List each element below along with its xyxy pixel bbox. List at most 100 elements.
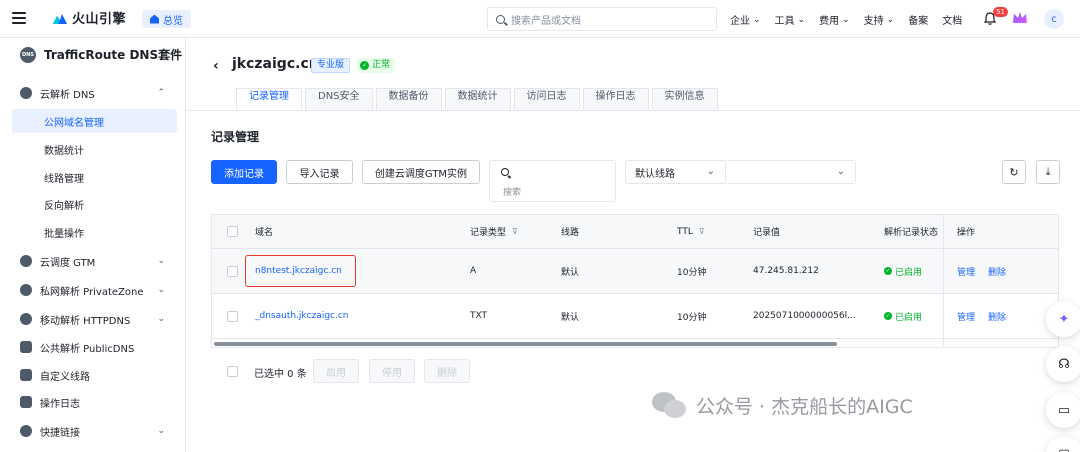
table-header: 域名 记录类型 ⊽ 线路 TTL ⊽ 记录值 解析记录状态 操作 bbox=[212, 215, 1058, 249]
nav-docs[interactable]: 文档 bbox=[942, 12, 962, 27]
menu-icon[interactable] bbox=[12, 12, 26, 24]
global-search-input[interactable]: 搜索产品或文档 bbox=[487, 7, 717, 31]
sidebar-group-cloud-dns[interactable]: 云解析 DNS ⌃ bbox=[0, 81, 185, 105]
sidebar-group-label: 快捷链接 bbox=[40, 427, 80, 439]
crown-icon[interactable] bbox=[1012, 11, 1028, 25]
feedback-icon: ▢ bbox=[1058, 447, 1070, 452]
gtm-icon bbox=[20, 255, 32, 267]
back-chevron-icon[interactable]: ‹ bbox=[213, 58, 219, 74]
tab-data-stats[interactable]: 数据统计 bbox=[444, 88, 511, 110]
feedback-button[interactable]: ▢ bbox=[1046, 436, 1080, 452]
import-record-button[interactable]: 导入记录 bbox=[286, 160, 353, 184]
chevron-down-icon: ⌄ bbox=[836, 166, 845, 177]
nav-billing[interactable]: 费用 bbox=[819, 12, 850, 27]
tab-data-backup[interactable]: 数据备份 bbox=[375, 88, 442, 110]
sidebar-item-data-stats[interactable]: 数据统计 bbox=[12, 137, 177, 161]
sidebar-group-httpdns[interactable]: 移动解析 HTTPDNS ⌄ bbox=[0, 307, 185, 331]
batch-delete-button[interactable]: 删除 bbox=[424, 359, 470, 383]
sparkle-icon: ✦ bbox=[1058, 311, 1070, 327]
manage-link[interactable]: 管理 bbox=[957, 294, 975, 338]
record-search-input[interactable]: 搜索 bbox=[489, 160, 616, 202]
check-circle-icon: ✓ bbox=[360, 61, 369, 70]
download-icon: ⤓ bbox=[1045, 165, 1051, 178]
delete-link[interactable]: 删除 bbox=[988, 294, 1006, 338]
product-title: DNS TrafficRoute DNS套件 bbox=[20, 46, 182, 63]
nav-filing[interactable]: 备案 bbox=[908, 12, 928, 27]
section-title: 记录管理 bbox=[211, 130, 260, 144]
refresh-button[interactable]: ↻ bbox=[1002, 160, 1026, 184]
sidebar-item-public-domain[interactable]: 公网域名管理 bbox=[12, 109, 177, 133]
tab-operation-log[interactable]: 操作日志 bbox=[582, 88, 649, 110]
sidebar: DNS TrafficRoute DNS套件 云解析 DNS ⌃ 公网域名管理 … bbox=[0, 38, 186, 452]
create-gtm-button[interactable]: 创建云调度GTM实例 bbox=[362, 160, 480, 184]
line-select-value: 默认线路 bbox=[635, 168, 675, 180]
sidebar-item-publicdns[interactable]: 公共解析 PublicDNS bbox=[0, 335, 185, 359]
record-status-text: 已启用 bbox=[895, 267, 923, 278]
docs-button[interactable]: ▭ bbox=[1046, 392, 1080, 428]
top-bar: 火山引擎 总览 搜索产品或文档 企业 工具 费用 支持 备案 文档 51 c bbox=[0, 0, 1080, 38]
sidebar-item-batch-ops[interactable]: 批量操作 bbox=[12, 220, 177, 244]
overview-button[interactable]: 总览 bbox=[142, 10, 191, 28]
book-icon: ▭ bbox=[1057, 402, 1071, 418]
line-select[interactable]: 默认线路 ⌄ bbox=[625, 160, 726, 184]
sidebar-item-line-management[interactable]: 线路管理 bbox=[12, 165, 177, 189]
filter-icon[interactable]: ⊽ bbox=[699, 227, 705, 236]
column-ttl[interactable]: TTL ⊽ bbox=[677, 215, 705, 248]
ai-assistant-button[interactable]: ✦ bbox=[1046, 301, 1080, 337]
sidebar-group-privatezone[interactable]: 私网解析 PrivateZone ⌄ bbox=[0, 278, 185, 302]
sidebar-item-operation-log[interactable]: 操作日志 bbox=[0, 390, 185, 414]
table-row: _dnsauth.jkczaigc.cn TXT 默认 10分钟 2025071… bbox=[212, 294, 1058, 339]
record-type: A bbox=[470, 266, 477, 276]
chevron-up-icon: ⌃ bbox=[157, 88, 165, 98]
column-value: 记录值 bbox=[753, 228, 781, 238]
tab-bar: 记录管理 DNS安全 数据备份 数据统计 访问日志 操作日志 实例信息 bbox=[236, 88, 718, 110]
sidebar-group-quick-links[interactable]: 快捷链接 ⌄ bbox=[0, 419, 185, 443]
sidebar-group-label: 公共解析 PublicDNS bbox=[40, 343, 135, 355]
disable-button[interactable]: 停用 bbox=[369, 359, 415, 383]
tab-instance-info[interactable]: 实例信息 bbox=[651, 88, 718, 110]
sidebar-group-label: 云解析 DNS bbox=[40, 89, 95, 101]
row-checkbox[interactable] bbox=[227, 265, 238, 277]
support-button[interactable]: ☊ bbox=[1046, 346, 1080, 382]
tab-access-log[interactable]: 访问日志 bbox=[513, 88, 580, 110]
notification-bell-icon[interactable]: 51 bbox=[983, 7, 1008, 25]
footer-checkbox[interactable] bbox=[227, 366, 238, 377]
tab-record-management[interactable]: 记录管理 bbox=[236, 88, 302, 110]
brand-logo[interactable]: 火山引擎 bbox=[52, 8, 126, 27]
nav-support[interactable]: 支持 bbox=[864, 12, 895, 27]
line-sub-select[interactable]: ⌄ bbox=[725, 160, 856, 184]
manage-link[interactable]: 管理 bbox=[957, 249, 975, 293]
sidebar-item-reverse-dns[interactable]: 反向解析 bbox=[12, 192, 177, 216]
record-value: 2025071000000056l... bbox=[753, 311, 856, 321]
record-status: ✓ 已启用 bbox=[884, 249, 922, 293]
enable-button[interactable]: 启用 bbox=[313, 359, 359, 383]
sidebar-group-label: 自定义线路 bbox=[40, 371, 90, 383]
column-status: 解析记录状态 bbox=[884, 228, 939, 238]
footer-select-all[interactable] bbox=[227, 366, 238, 377]
download-button[interactable]: ⤓ bbox=[1036, 160, 1060, 184]
search-placeholder: 搜索产品或文档 bbox=[511, 15, 581, 27]
nav-enterprise[interactable]: 企业 bbox=[730, 12, 761, 27]
record-status-text: 已启用 bbox=[895, 312, 923, 323]
avatar[interactable]: c bbox=[1044, 9, 1064, 29]
chevron-down-icon: ⌄ bbox=[157, 314, 165, 324]
sidebar-item-custom-line[interactable]: 自定义线路 bbox=[0, 363, 185, 387]
delete-link[interactable]: 删除 bbox=[988, 249, 1006, 293]
record-domain-link[interactable]: _dnsauth.jkczaigc.cn bbox=[255, 294, 349, 338]
row-checkbox[interactable] bbox=[227, 310, 238, 322]
check-circle-icon: ✓ bbox=[884, 312, 892, 320]
sidebar-group-gtm[interactable]: 云调度 GTM ⌄ bbox=[0, 249, 185, 273]
tab-dns-security[interactable]: DNS安全 bbox=[305, 88, 373, 110]
nav-tools[interactable]: 工具 bbox=[775, 12, 806, 27]
chevron-down-icon: ⌄ bbox=[157, 256, 165, 266]
check-circle-icon: ✓ bbox=[884, 267, 892, 275]
refresh-icon: ↻ bbox=[1009, 165, 1019, 179]
status-badge: ✓ 正常 bbox=[357, 58, 396, 73]
highlight-box bbox=[245, 255, 356, 287]
search-placeholder: 搜索 bbox=[503, 188, 522, 198]
filter-icon[interactable]: ⊽ bbox=[512, 227, 518, 236]
scrollbar-thumb[interactable] bbox=[214, 342, 837, 346]
column-type[interactable]: 记录类型 ⊽ bbox=[470, 215, 518, 248]
select-all-checkbox[interactable] bbox=[227, 226, 238, 237]
add-record-button[interactable]: 添加记录 bbox=[211, 160, 277, 184]
